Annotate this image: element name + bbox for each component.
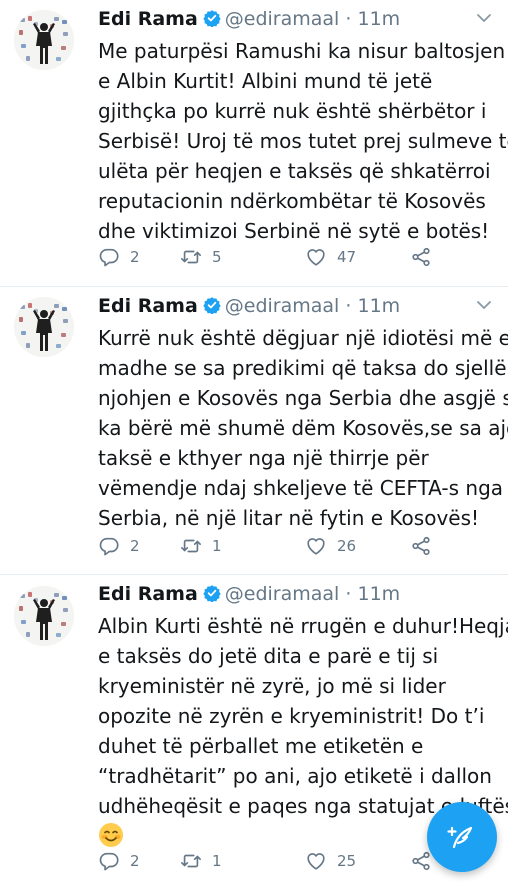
author-handle[interactable]: @ediramaal [225, 583, 340, 605]
reply-icon [98, 535, 120, 557]
timestamp[interactable]: 11m [357, 295, 400, 317]
share-button[interactable] [410, 242, 432, 272]
author-name[interactable]: Edi Rama [98, 583, 198, 605]
chevron-down-icon[interactable] [472, 6, 496, 30]
separator-dot: · [345, 583, 352, 605]
tweet-header: Edi Rama @ediramaal · 11m [98, 291, 498, 321]
retweet-count: 1 [212, 852, 222, 870]
compose-tweet-button[interactable] [427, 802, 497, 872]
tweet-text-line: njohjen e Kosovës nga Serbia dhe asgjë s… [98, 386, 508, 410]
tweet-actions: 2 1 26 [98, 531, 494, 561]
heart-icon [305, 246, 327, 268]
timestamp[interactable]: 11m [357, 8, 400, 30]
smiling-face-emoji [99, 823, 123, 847]
tweet[interactable]: Edi Rama @ediramaal · 11m Me paturpësi Ra… [0, 0, 508, 287]
verified-badge-icon [203, 9, 221, 27]
tweet-text-line: madhe se sa predikimi që taksa do sjellë [98, 356, 507, 380]
author-handle[interactable]: @ediramaal [225, 8, 340, 30]
tweet[interactable]: Edi Rama @ediramaal · 11m Kurrë nuk është… [0, 287, 508, 575]
reply-button[interactable]: 2 [98, 531, 140, 561]
verified-badge-icon [203, 296, 221, 314]
retweet-icon [180, 535, 202, 557]
author-name[interactable]: Edi Rama [98, 295, 198, 317]
like-count: 26 [337, 537, 357, 555]
tweet-text-line: ulëta për heqjen e taksës që shkatërroi [98, 159, 491, 183]
author-handle[interactable]: @ediramaal [225, 295, 340, 317]
retweet-count: 1 [212, 537, 222, 555]
tweet-text-line: Kurrë nuk është dëgjuar një idiotësi më … [98, 326, 508, 350]
like-count: 25 [337, 852, 357, 870]
tweet-text-line: “tradhëtarit” po ani, ajo etiketë i dall… [98, 764, 492, 788]
reply-count: 2 [130, 248, 140, 266]
share-button[interactable] [410, 846, 432, 876]
tweet-text-line: reputacionin ndërkombëtar të Kosovës [98, 189, 486, 213]
verified-badge-icon [203, 584, 221, 602]
heart-icon [305, 535, 327, 557]
separator-dot: · [345, 8, 352, 30]
like-button[interactable]: 25 [305, 846, 356, 876]
separator-dot: · [345, 295, 352, 317]
tweet-text: Kurrë nuk është dëgjuar një idiotësi më … [98, 323, 508, 533]
tweet-text-line: taksë e kthyer nga një thirrje për [98, 446, 429, 470]
avatar[interactable] [14, 10, 74, 70]
retweet-button[interactable]: 1 [180, 846, 222, 876]
tweet-header: Edi Rama @ediramaal · 11m [98, 4, 498, 34]
retweet-icon [180, 246, 202, 268]
tweet-text-line: duhet të përballet me etiketën e [98, 734, 424, 758]
share-icon [410, 850, 432, 872]
tweet-text-line: kryeministër në zyrë, jo më si lider [98, 674, 446, 698]
timestamp[interactable]: 11m [357, 583, 400, 605]
share-button[interactable] [410, 531, 432, 561]
reply-count: 2 [130, 537, 140, 555]
reply-icon [98, 246, 120, 268]
tweet-text-line: opozite në zyrën e kryeministrit! Do t’i [98, 704, 485, 728]
tweet-header: Edi Rama @ediramaal · 11m [98, 579, 498, 609]
like-button[interactable]: 26 [305, 531, 356, 561]
share-icon [410, 246, 432, 268]
tweet-text: Me paturpësi Ramushi ka nisur baltosjen … [98, 36, 508, 246]
tweet-text-line: Serbisë! Uroj të mos tutet prej sulmeve … [98, 129, 508, 153]
reply-icon [98, 850, 120, 872]
retweet-icon [180, 850, 202, 872]
retweet-count: 5 [212, 248, 222, 266]
tweet-text-line: e taksës do jetë dita e parë e tij si [98, 644, 439, 668]
tweet-text-line: e Albin Kurtit! Albini mund të jetë [98, 69, 433, 93]
compose-tweet-icon [447, 826, 473, 849]
tweet-text-line: Me paturpësi Ramushi ka nisur baltosjen [98, 39, 506, 63]
like-button[interactable]: 47 [305, 242, 356, 272]
retweet-button[interactable]: 1 [180, 531, 222, 561]
retweet-button[interactable]: 5 [180, 242, 222, 272]
heart-icon [305, 850, 327, 872]
tweet-text-line: Serbia, në një litar në fytin e Kosovës! [98, 506, 480, 530]
tweet-text-line: Albin Kurti është në rrugën e duhur!Heqj… [98, 614, 508, 638]
reply-button[interactable]: 2 [98, 846, 140, 876]
tweet-text-line: vëmendje ndaj shkeljeve të CEFTA-s nga [98, 476, 504, 500]
share-icon [410, 535, 432, 557]
tweet-text-line: ka bërë më shumë dëm Kosovës,se sa ajo [98, 416, 508, 440]
avatar[interactable] [14, 297, 74, 357]
tweet-actions: 2 5 47 [98, 242, 494, 272]
reply-count: 2 [130, 852, 140, 870]
tweet-text-line: gjithçka po kurrë nuk është shërbëtor i [98, 99, 487, 123]
avatar[interactable] [14, 586, 74, 646]
author-name[interactable]: Edi Rama [98, 8, 198, 30]
like-count: 47 [337, 248, 357, 266]
reply-button[interactable]: 2 [98, 242, 140, 272]
chevron-down-icon[interactable] [472, 293, 496, 317]
